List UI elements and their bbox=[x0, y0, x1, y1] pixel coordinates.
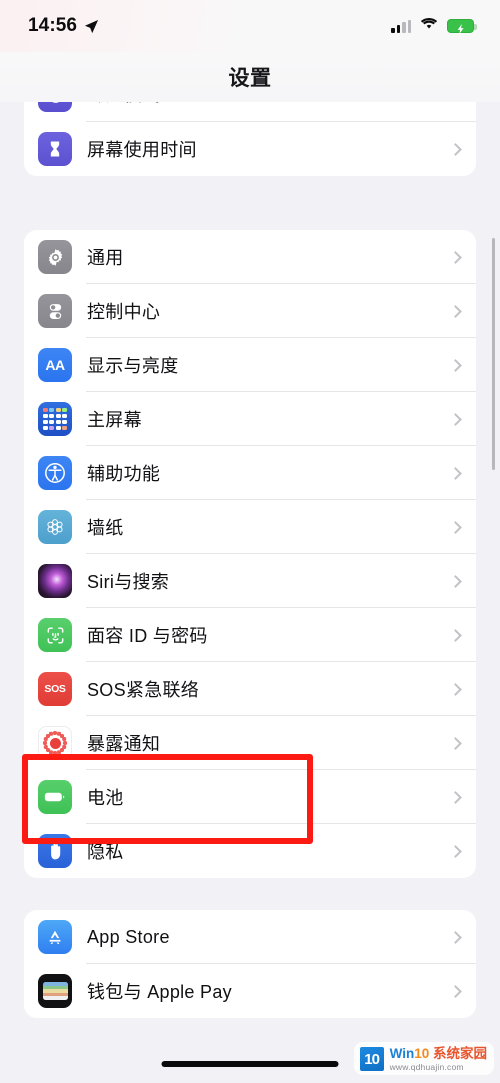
card-stack-glyph bbox=[42, 982, 68, 1000]
privacy-hand-icon bbox=[38, 834, 72, 868]
settings-row-label: App Store bbox=[87, 926, 170, 947]
display-brightness-icon: AA bbox=[38, 348, 72, 382]
chevron-right-icon bbox=[449, 466, 462, 480]
chevron-right-icon bbox=[449, 984, 462, 998]
battery-icon bbox=[38, 780, 72, 814]
chevron-right-icon bbox=[449, 736, 462, 750]
chevron-right-icon bbox=[449, 250, 462, 264]
status-bar-left: 14:56 bbox=[28, 15, 99, 37]
navigation-bar: 设置 bbox=[0, 52, 500, 102]
settings-row-battery[interactable]: 电池 bbox=[24, 770, 476, 824]
settings-row-siri[interactable]: Siri与搜索 bbox=[24, 554, 476, 608]
settings-row-label: 显示与亮度 bbox=[87, 356, 179, 376]
settings-row-label: 屏幕使用时间 bbox=[87, 140, 197, 160]
lightning-bolt-icon bbox=[457, 21, 465, 34]
settings-row-home-screen[interactable]: 主屏幕 bbox=[24, 392, 476, 446]
settings-row-label: Siri与搜索 bbox=[87, 572, 170, 592]
settings-row-control-center[interactable]: 控制中心 bbox=[24, 284, 476, 338]
app-store-icon bbox=[38, 920, 72, 954]
siri-icon bbox=[38, 564, 72, 598]
settings-scroll-view[interactable]: 专注模式 屏幕使用时间 通用 bbox=[0, 86, 500, 1083]
sos-glyph: SOS bbox=[44, 683, 66, 695]
settings-row-label: 钱包与 Apple Pay bbox=[87, 982, 232, 1002]
chevron-right-icon bbox=[449, 358, 462, 372]
settings-row-label: 墙纸 bbox=[87, 518, 124, 538]
watermark-text: Win10 系统家园 www.qdhuajin.com bbox=[390, 1046, 487, 1072]
cellular-signal-icon bbox=[391, 19, 411, 33]
settings-row-label: 通用 bbox=[87, 248, 124, 268]
chevron-right-icon bbox=[449, 682, 462, 696]
chevron-right-icon bbox=[449, 574, 462, 588]
settings-row-face-id[interactable]: 面容 ID 与密码 bbox=[24, 608, 476, 662]
exposure-dots-glyph bbox=[41, 729, 69, 757]
settings-row-label: SOS紧急联络 bbox=[87, 680, 200, 700]
watermark-url: www.qdhuajin.com bbox=[389, 1061, 464, 1072]
face-id-icon bbox=[38, 618, 72, 652]
settings-row-label: 隐私 bbox=[87, 842, 124, 862]
page-title: 设置 bbox=[228, 67, 272, 90]
status-bar-right bbox=[391, 17, 477, 35]
chevron-right-icon bbox=[449, 930, 462, 944]
status-bar: 14:56 bbox=[0, 0, 500, 52]
aa-glyph: AA bbox=[45, 357, 65, 373]
settings-row-label: 辅助功能 bbox=[87, 464, 161, 484]
settings-row-app-store[interactable]: App Store bbox=[24, 910, 476, 964]
settings-row-label: 暴露通知 bbox=[87, 734, 161, 754]
watermark-brand: Win10 系统家园 bbox=[389, 1046, 487, 1062]
settings-row-general[interactable]: 通用 bbox=[24, 230, 476, 284]
control-center-icon bbox=[38, 294, 72, 328]
chevron-right-icon bbox=[449, 790, 462, 804]
chevron-right-icon bbox=[449, 628, 462, 642]
home-screen-icon bbox=[38, 402, 72, 436]
section-store: App Store 钱包与 Apple Pay bbox=[24, 910, 476, 1018]
watermark: 10 Win10 系统家园 www.qdhuajin.com bbox=[353, 1042, 494, 1075]
exposure-notification-icon bbox=[38, 726, 72, 760]
wallet-icon bbox=[38, 974, 72, 1008]
chevron-right-icon bbox=[449, 142, 462, 156]
chevron-right-icon bbox=[449, 412, 462, 426]
battery-charging-icon bbox=[447, 19, 477, 34]
app-grid-glyph bbox=[43, 408, 67, 430]
settings-row-display-brightness[interactable]: AA 显示与亮度 bbox=[24, 338, 476, 392]
accessibility-icon bbox=[38, 456, 72, 490]
settings-row-label: 主屏幕 bbox=[87, 410, 142, 430]
watermark-logo: 10 bbox=[358, 1046, 385, 1072]
settings-row-wallet[interactable]: 钱包与 Apple Pay bbox=[24, 964, 476, 1018]
screen-time-icon bbox=[38, 132, 72, 166]
vertical-scrollbar[interactable] bbox=[491, 238, 495, 470]
settings-row-label: 电池 bbox=[87, 788, 124, 808]
sos-icon: SOS bbox=[38, 672, 72, 706]
wifi-icon bbox=[420, 17, 438, 35]
settings-row-exposure-notification[interactable]: 暴露通知 bbox=[24, 716, 476, 770]
home-indicator[interactable] bbox=[161, 1061, 339, 1067]
settings-row-wallpaper[interactable]: 墙纸 bbox=[24, 500, 476, 554]
wallpaper-icon bbox=[38, 510, 72, 544]
settings-row-sos[interactable]: SOS SOS紧急联络 bbox=[24, 662, 476, 716]
chevron-right-icon bbox=[449, 844, 462, 858]
settings-row-accessibility[interactable]: 辅助功能 bbox=[24, 446, 476, 500]
settings-row-screen-time[interactable]: 屏幕使用时间 bbox=[24, 122, 476, 176]
settings-row-label: 控制中心 bbox=[87, 302, 161, 322]
section-system: 通用 控制中心 AA 显示与亮度 主屏幕 辅助功能 墙纸 Siri与搜索 面容 … bbox=[24, 230, 476, 878]
settings-row-privacy[interactable]: 隐私 bbox=[24, 824, 476, 878]
gear-icon bbox=[38, 240, 72, 274]
location-arrow-icon bbox=[84, 19, 99, 34]
status-time: 14:56 bbox=[28, 15, 78, 36]
chevron-right-icon bbox=[449, 520, 462, 534]
settings-row-label: 面容 ID 与密码 bbox=[87, 626, 208, 646]
chevron-right-icon bbox=[449, 304, 462, 318]
